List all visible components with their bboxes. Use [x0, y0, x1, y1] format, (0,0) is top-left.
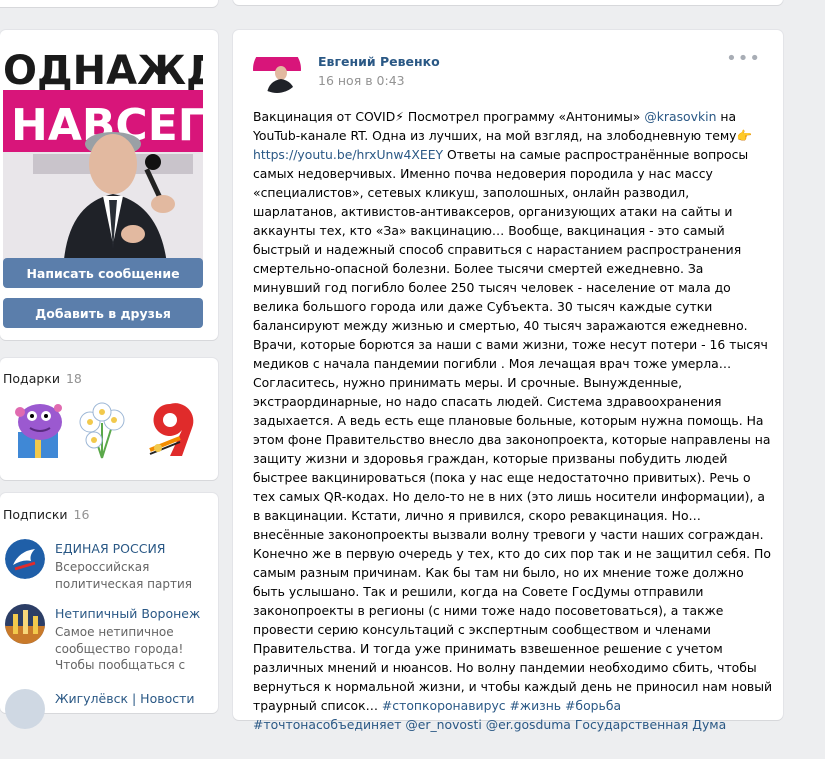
gift-nine-may-icon[interactable] — [140, 398, 200, 462]
post-author-name[interactable]: Евгений Ревенко — [318, 54, 440, 69]
previous-card-right — [233, 0, 783, 5]
subscription-name[interactable]: Нетипичный Воронеж — [55, 606, 200, 621]
photo-text-top: ОДНАЖДЫ — [3, 48, 203, 94]
profile-photo[interactable]: ОДНАЖДЫ НАВСЕГДА — [3, 44, 203, 274]
previous-card-left — [0, 0, 218, 7]
send-message-button[interactable]: Написать сообщение — [3, 258, 203, 288]
gifts-title: Подарки — [3, 371, 60, 386]
mention-link[interactable]: @krasovkin — [644, 109, 716, 124]
gifts-header[interactable]: Подарки 18 — [3, 371, 82, 386]
hashtags-link[interactable]: #стопкоронавирус #жизнь #борьба — [382, 698, 621, 713]
subscriptions-header[interactable]: Подписки 16 — [3, 507, 89, 522]
gifts-card: Подарки 18 — [0, 358, 218, 480]
gifts-count: 18 — [65, 371, 82, 386]
subscription-desc: Всероссийская политическая партия — [55, 560, 192, 591]
zhigulevsk-icon — [5, 689, 45, 729]
subscription-desc: Самое нетипичное сообщество города! Чтоб… — [55, 625, 186, 672]
voronezh-city-icon — [5, 604, 45, 644]
add-friend-button[interactable]: Добавить в друзья — [3, 298, 203, 328]
subscription-item[interactable]: Нетипичный Воронеж Самое нетипичное сооб… — [5, 604, 215, 674]
subscription-item[interactable]: Жигулёвск | Новости — [5, 689, 215, 759]
subscription-name[interactable]: ЕДИНАЯ РОССИЯ — [55, 541, 166, 556]
more-options-icon[interactable]: ••• — [726, 50, 761, 68]
gift-flowers-icon[interactable] — [72, 398, 132, 462]
united-russia-logo-icon — [5, 539, 45, 579]
subscription-item[interactable]: ЕДИНАЯ РОССИЯ Всероссийская политическая… — [5, 539, 215, 609]
wall-post: Евгений Ревенко 16 ноя в 0:43 ••• Вакцин… — [233, 30, 783, 732]
subscriptions-count: 16 — [73, 507, 90, 522]
subscriptions-title: Подписки — [3, 507, 68, 522]
post-text-part: Ответы на самые распространённые вопросы… — [253, 147, 773, 713]
post-author-avatar[interactable] — [253, 45, 301, 93]
profile-card: ОДНАЖДЫ НАВСЕГДА Написать сообщение Доба… — [0, 30, 218, 340]
hashtags-link-2[interactable]: #точтонасобъединяет @er_novosti @er.gosd… — [253, 717, 726, 732]
post-text-part: Вакцинация от COVID⚡ Посмотрел программу… — [253, 109, 645, 124]
post-text: Вакцинация от COVID⚡ Посмотрел программу… — [253, 107, 773, 734]
post-date[interactable]: 16 ноя в 0:43 — [318, 73, 405, 88]
gift-monster-icon[interactable] — [8, 398, 68, 462]
subscriptions-card: Подписки 16 ЕДИНАЯ РОССИЯ Всероссийская п… — [0, 493, 218, 729]
youtube-link[interactable]: https://youtu.be/hrxUnw4XEEY — [253, 147, 443, 162]
